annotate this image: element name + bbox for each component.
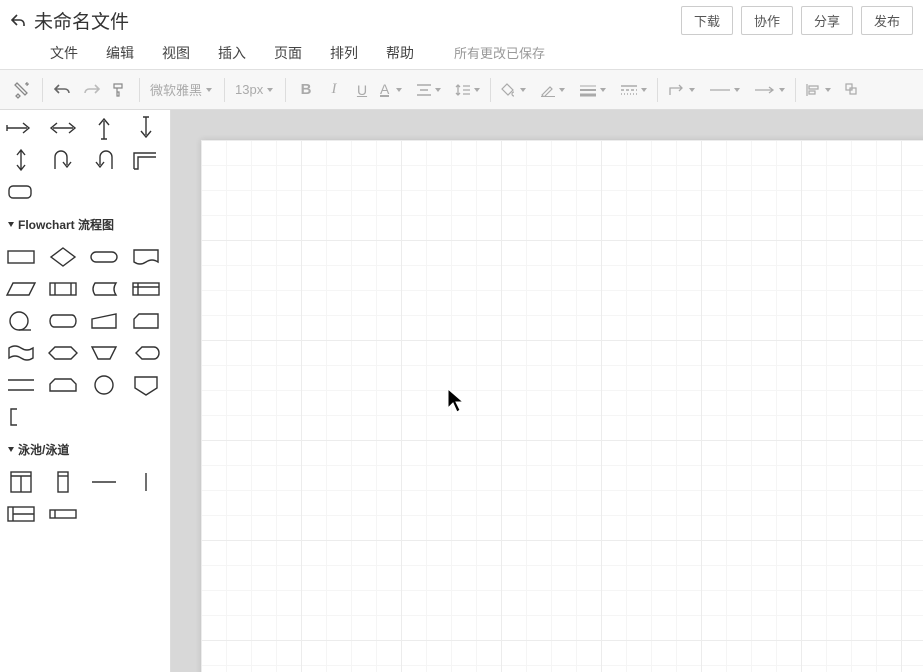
font-family-label: 微软雅黑 — [150, 80, 202, 99]
shape-uturn-right[interactable] — [87, 146, 121, 174]
shape-document[interactable] — [129, 243, 163, 271]
share-button[interactable]: 分享 — [801, 6, 853, 35]
more-tools-icon[interactable] — [839, 76, 867, 104]
menu-arrange[interactable]: 排列 — [316, 37, 372, 69]
format-painter-icon[interactable] — [105, 76, 133, 104]
font-family-select[interactable]: 微软雅黑 — [146, 76, 218, 104]
section-flowchart[interactable]: Flowchart 流程图 — [0, 210, 170, 239]
shape-data[interactable] — [4, 275, 38, 303]
shape-internal-storage[interactable] — [129, 275, 163, 303]
font-size-select[interactable]: 13px — [231, 76, 279, 104]
shape-lane-horizontal[interactable] — [46, 500, 80, 528]
menu-page[interactable]: 页面 — [260, 37, 316, 69]
save-status: 所有更改已保存 — [440, 37, 559, 68]
menu-edit[interactable]: 编辑 — [92, 37, 148, 69]
shape-connector[interactable] — [87, 371, 121, 399]
bold-icon[interactable]: B — [292, 76, 320, 104]
shape-preparation[interactable] — [46, 339, 80, 367]
shape-separator-h[interactable] — [87, 468, 121, 496]
line-color-icon[interactable] — [536, 76, 569, 104]
toolbar: 微软雅黑 13px B I U A — [0, 70, 923, 110]
shape-separator-v[interactable] — [129, 468, 163, 496]
font-color-icon[interactable]: A — [376, 76, 406, 104]
align-icon[interactable] — [412, 76, 445, 104]
brush-format-icon[interactable] — [8, 76, 36, 104]
shape-stored-data[interactable] — [87, 275, 121, 303]
menu-insert[interactable]: 插入 — [204, 37, 260, 69]
shape-arrow-right[interactable] — [4, 114, 38, 142]
titlebar: 未命名文件 下载 协作 分享 发布 — [0, 0, 923, 36]
section-flowchart-label: Flowchart 流程图 — [18, 216, 114, 233]
shape-card[interactable] — [129, 307, 163, 335]
collab-button[interactable]: 协作 — [741, 6, 793, 35]
redo-icon[interactable] — [77, 76, 105, 104]
menu-view[interactable]: 视图 — [148, 37, 204, 69]
font-size-label: 13px — [235, 82, 263, 97]
canvas[interactable] — [201, 140, 923, 672]
shape-pool-horizontal[interactable] — [4, 500, 38, 528]
undo-icon[interactable] — [49, 76, 77, 104]
line-width-icon[interactable] — [575, 76, 610, 104]
section-swimlane[interactable]: 泳池/泳道 — [0, 435, 170, 464]
shape-loop-limit[interactable] — [46, 371, 80, 399]
shape-lane-vertical[interactable] — [46, 468, 80, 496]
underline-icon[interactable]: U — [348, 76, 376, 104]
menubar: 文件 编辑 视图 插入 页面 排列 帮助 所有更改已保存 — [0, 36, 923, 70]
shape-process[interactable] — [4, 243, 38, 271]
shape-arrow-bidir[interactable] — [46, 114, 80, 142]
line-style-icon[interactable] — [616, 76, 651, 104]
shape-decision[interactable] — [46, 243, 80, 271]
arrow-start-icon[interactable] — [705, 76, 744, 104]
shape-pool-vertical[interactable] — [4, 468, 38, 496]
shape-annotation[interactable] — [4, 403, 38, 431]
back-button[interactable] — [10, 11, 28, 29]
shape-corner-arrow[interactable] — [129, 146, 163, 174]
shape-manual-operation[interactable] — [87, 339, 121, 367]
connector-type-icon[interactable] — [664, 76, 699, 104]
shape-uturn-left[interactable] — [46, 146, 80, 174]
shape-display[interactable] — [129, 339, 163, 367]
shape-sequential-data[interactable] — [4, 307, 38, 335]
italic-icon[interactable]: I — [320, 76, 348, 104]
shape-manual-input[interactable] — [87, 307, 121, 335]
shape-paper-tape[interactable] — [4, 339, 38, 367]
shape-rounded-rect[interactable] — [4, 178, 38, 206]
shape-parallel[interactable] — [4, 371, 38, 399]
fill-color-icon[interactable] — [497, 76, 530, 104]
menu-file[interactable]: 文件 — [36, 37, 92, 69]
arrow-end-icon[interactable] — [750, 76, 789, 104]
align-objects-icon[interactable] — [802, 76, 835, 104]
shape-direct-data[interactable] — [46, 307, 80, 335]
line-spacing-icon[interactable] — [451, 76, 484, 104]
shape-arrow-down[interactable] — [129, 114, 163, 142]
download-button[interactable]: 下载 — [681, 6, 733, 35]
shape-predefined[interactable] — [46, 275, 80, 303]
shape-arrow-updown[interactable] — [4, 146, 38, 174]
shape-sidebar: Flowchart 流程图 泳池/泳道 — [0, 110, 171, 672]
page-title[interactable]: 未命名文件 — [34, 7, 129, 34]
section-swimlane-label: 泳池/泳道 — [18, 441, 69, 458]
shape-offpage[interactable] — [129, 371, 163, 399]
publish-button[interactable]: 发布 — [861, 6, 913, 35]
shape-terminator[interactable] — [87, 243, 121, 271]
shape-arrow-up[interactable] — [87, 114, 121, 142]
canvas-area[interactable] — [171, 110, 923, 672]
menu-help[interactable]: 帮助 — [372, 37, 428, 69]
